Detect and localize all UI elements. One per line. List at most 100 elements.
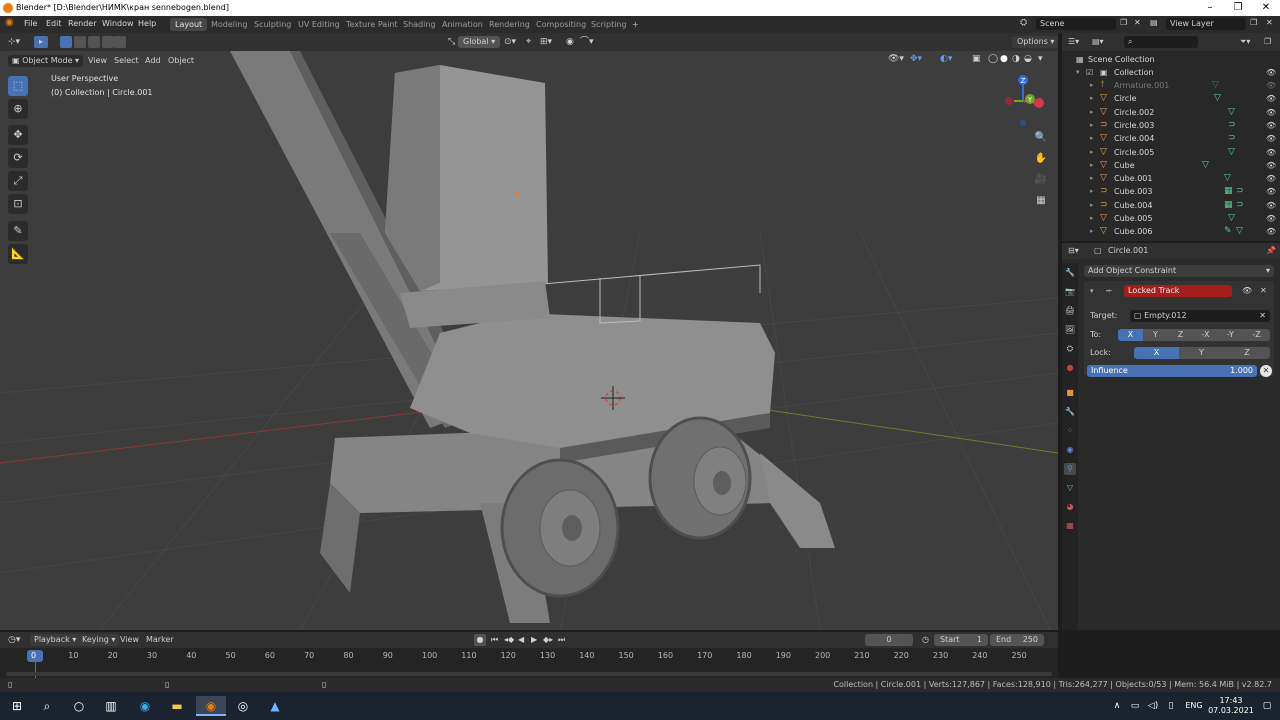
outliner-editor-type-icon[interactable]: ☰▾ [1068,36,1079,48]
visibility-eye-icon[interactable]: 👁 [1266,66,1276,79]
new-view-layer-icon[interactable]: ❐ [1250,18,1257,27]
viewport-menu-view[interactable]: View [88,55,107,67]
timeline-menu-marker[interactable]: Marker [146,634,174,646]
tab-modeling[interactable]: Modeling [206,18,252,31]
visibility-eye-icon[interactable]: 👁 [1266,199,1276,212]
end-frame-field[interactable]: End 250 [990,634,1044,646]
menu-file[interactable]: File [24,19,37,28]
outliner-item[interactable]: ▸ ▽ Circle.004 ⊃ 👁 [1062,132,1280,145]
tool-measure[interactable]: 📐 [8,244,28,264]
expand-arrow-icon[interactable]: ▸ [1090,119,1094,132]
tool-cursor[interactable]: ⊕ [8,99,28,119]
tab-data-icon[interactable]: ▽ [1064,482,1076,494]
timeline-scrollbar[interactable] [6,672,1052,676]
select-extend-icon[interactable] [74,36,86,48]
tab-constraints-icon[interactable]: ⚲ [1064,463,1076,475]
timeline-menu-keying[interactable]: Keying ▾ [78,634,120,646]
tool-transform[interactable]: ⊡ [8,194,28,214]
menu-edit[interactable]: Edit [46,19,62,28]
outliner-filter-icon[interactable]: ⏷▾ [1240,36,1250,48]
lock-axis-z[interactable]: Z [1224,347,1270,359]
pan-hand-icon[interactable]: ✋ [1032,150,1050,168]
tool-move[interactable]: ✥ [8,125,28,145]
outliner-search-input[interactable]: ⌕ [1124,36,1198,48]
transform-orientation-dropdown[interactable]: Global ▾ [458,36,501,48]
viewport-menu-add[interactable]: Add [145,55,161,67]
snap-target-icon[interactable]: ⊞▾ [540,36,552,48]
proportional-edit-icon[interactable]: ◉ [566,36,574,48]
viewport-menu-object[interactable]: Object [168,55,194,67]
expand-arrow-icon[interactable]: ▸ [1090,225,1094,238]
constraint-enable-eye-icon[interactable]: 👁 [1242,285,1252,297]
select-invert-icon[interactable] [102,36,114,48]
visibility-eye-icon[interactable]: 👁 [1266,132,1276,145]
notifications-icon[interactable]: ▢ [1256,696,1278,716]
outliner-item[interactable]: ▸ ▽ Circle ▽ 👁 [1062,92,1280,105]
timeline-menu-playback[interactable]: Playback ▾ [30,634,81,646]
tab-render-icon[interactable]: 📷 [1064,286,1076,298]
collapse-arrow-icon[interactable]: ▾ [1090,285,1094,297]
menu-window[interactable]: Window [102,19,134,28]
preview-range-icon[interactable]: ◷ [922,634,929,646]
tab-world-icon[interactable]: ● [1064,362,1076,374]
tool-scale[interactable]: ⤢ [8,171,28,191]
menu-help[interactable]: Help [138,19,156,28]
delete-scene-icon[interactable]: ✕ [1134,18,1141,27]
prev-keyframe-button[interactable]: ◂◆ [504,634,514,646]
expand-arrow-icon[interactable]: ▸ [1090,185,1094,198]
outliner-item[interactable]: ▸ ⊃ Cube.003 ▦ ⊃ 👁 [1062,185,1280,198]
constraint-remove-icon[interactable]: ✕ [1260,285,1267,297]
timeline-menu-view[interactable]: View [120,634,139,646]
add-object-constraint-dropdown[interactable]: Add Object Constraint ▾ [1084,265,1274,277]
paint-app-icon[interactable]: ▲ [264,696,286,716]
select-box-icon[interactable] [60,36,72,48]
file-explorer-icon[interactable]: ▬ [166,696,188,716]
zoom-icon[interactable]: 🔍 [1032,129,1050,147]
outliner-item[interactable]: ▸ ▽ Cube.001 ▽ 👁 [1062,172,1280,185]
clear-target-icon[interactable]: ✕ [1259,310,1266,322]
viewport-menu-select[interactable]: Select [114,55,139,67]
expand-arrow-icon[interactable]: ▸ [1090,159,1094,172]
target-field[interactable]: ▢ Empty.012 ✕ [1130,310,1270,322]
expand-arrow-icon[interactable]: ▾ [1076,66,1080,79]
overlays-toggle-icon[interactable]: ◐▾ [940,53,952,65]
play-button[interactable]: ▶ [531,634,537,646]
tab-scripting[interactable]: Scripting [586,18,632,31]
new-collection-icon[interactable]: ❐ [1264,36,1271,48]
select-mode-icon[interactable]: ▸ [34,36,48,48]
tab-texture-paint[interactable]: Texture Paint [341,18,403,31]
tab-particles-icon[interactable]: ⁘ [1064,425,1076,437]
tab-uv-editing[interactable]: UV Editing [293,18,345,31]
tab-view-layer-icon[interactable]: 🖼 [1064,324,1076,336]
to-axis-x[interactable]: X [1118,329,1144,341]
to-axis-z[interactable]: Z [1168,329,1194,341]
visibility-eye-icon[interactable]: 👁 [1266,225,1276,238]
perspective-toggle-icon[interactable]: ▦ [1032,192,1050,210]
constraint-name-field[interactable]: Locked Track [1124,285,1232,297]
expand-arrow-icon[interactable]: ▸ [1090,212,1094,225]
mode-dropdown[interactable]: ▣ Object Mode ▾ [8,55,84,67]
tab-material-icon[interactable]: ◕ [1064,501,1076,513]
tab-rendering[interactable]: Rendering [484,18,535,31]
timeline-editor-type-icon[interactable]: ◷▾ [8,634,20,646]
jump-start-button[interactable]: ⏮ [491,634,498,646]
expand-arrow-icon[interactable]: ▸ [1090,199,1094,212]
edge-browser-icon[interactable]: ◉ [134,696,156,716]
view-object-types-icon[interactable]: 👁▾ [888,53,904,65]
outliner-item[interactable]: ▸ ☨ Armature.001 ▽ 👁 [1062,79,1280,92]
scene-selector[interactable]: Scene [1036,18,1116,30]
delete-view-layer-icon[interactable]: ✕ [1266,18,1273,27]
shading-material-icon[interactable]: ◑ [1012,53,1020,65]
to-axis-neg-y[interactable]: -Y [1218,329,1244,341]
jump-end-button[interactable]: ⏭ [558,634,565,646]
shading-options-icon[interactable]: ▾ [1038,53,1043,65]
add-workspace-button[interactable]: + [627,18,644,31]
outliner-item[interactable]: ▸ ▽ Cube ▽ 👁 [1062,159,1280,172]
visibility-eye-icon[interactable]: 👁 [1266,146,1276,159]
properties-editor-type-icon[interactable]: ⊟▾ [1068,245,1079,257]
select-subtract-icon[interactable] [88,36,100,48]
visibility-eye-icon[interactable]: 👁 [1266,172,1276,185]
gizmo-toggle-icon[interactable]: ✥▾ [910,53,922,65]
outliner-item[interactable]: ▸ ⊃ Circle.003 ⊃ 👁 [1062,119,1280,132]
lock-axis-x[interactable]: X [1134,347,1180,359]
